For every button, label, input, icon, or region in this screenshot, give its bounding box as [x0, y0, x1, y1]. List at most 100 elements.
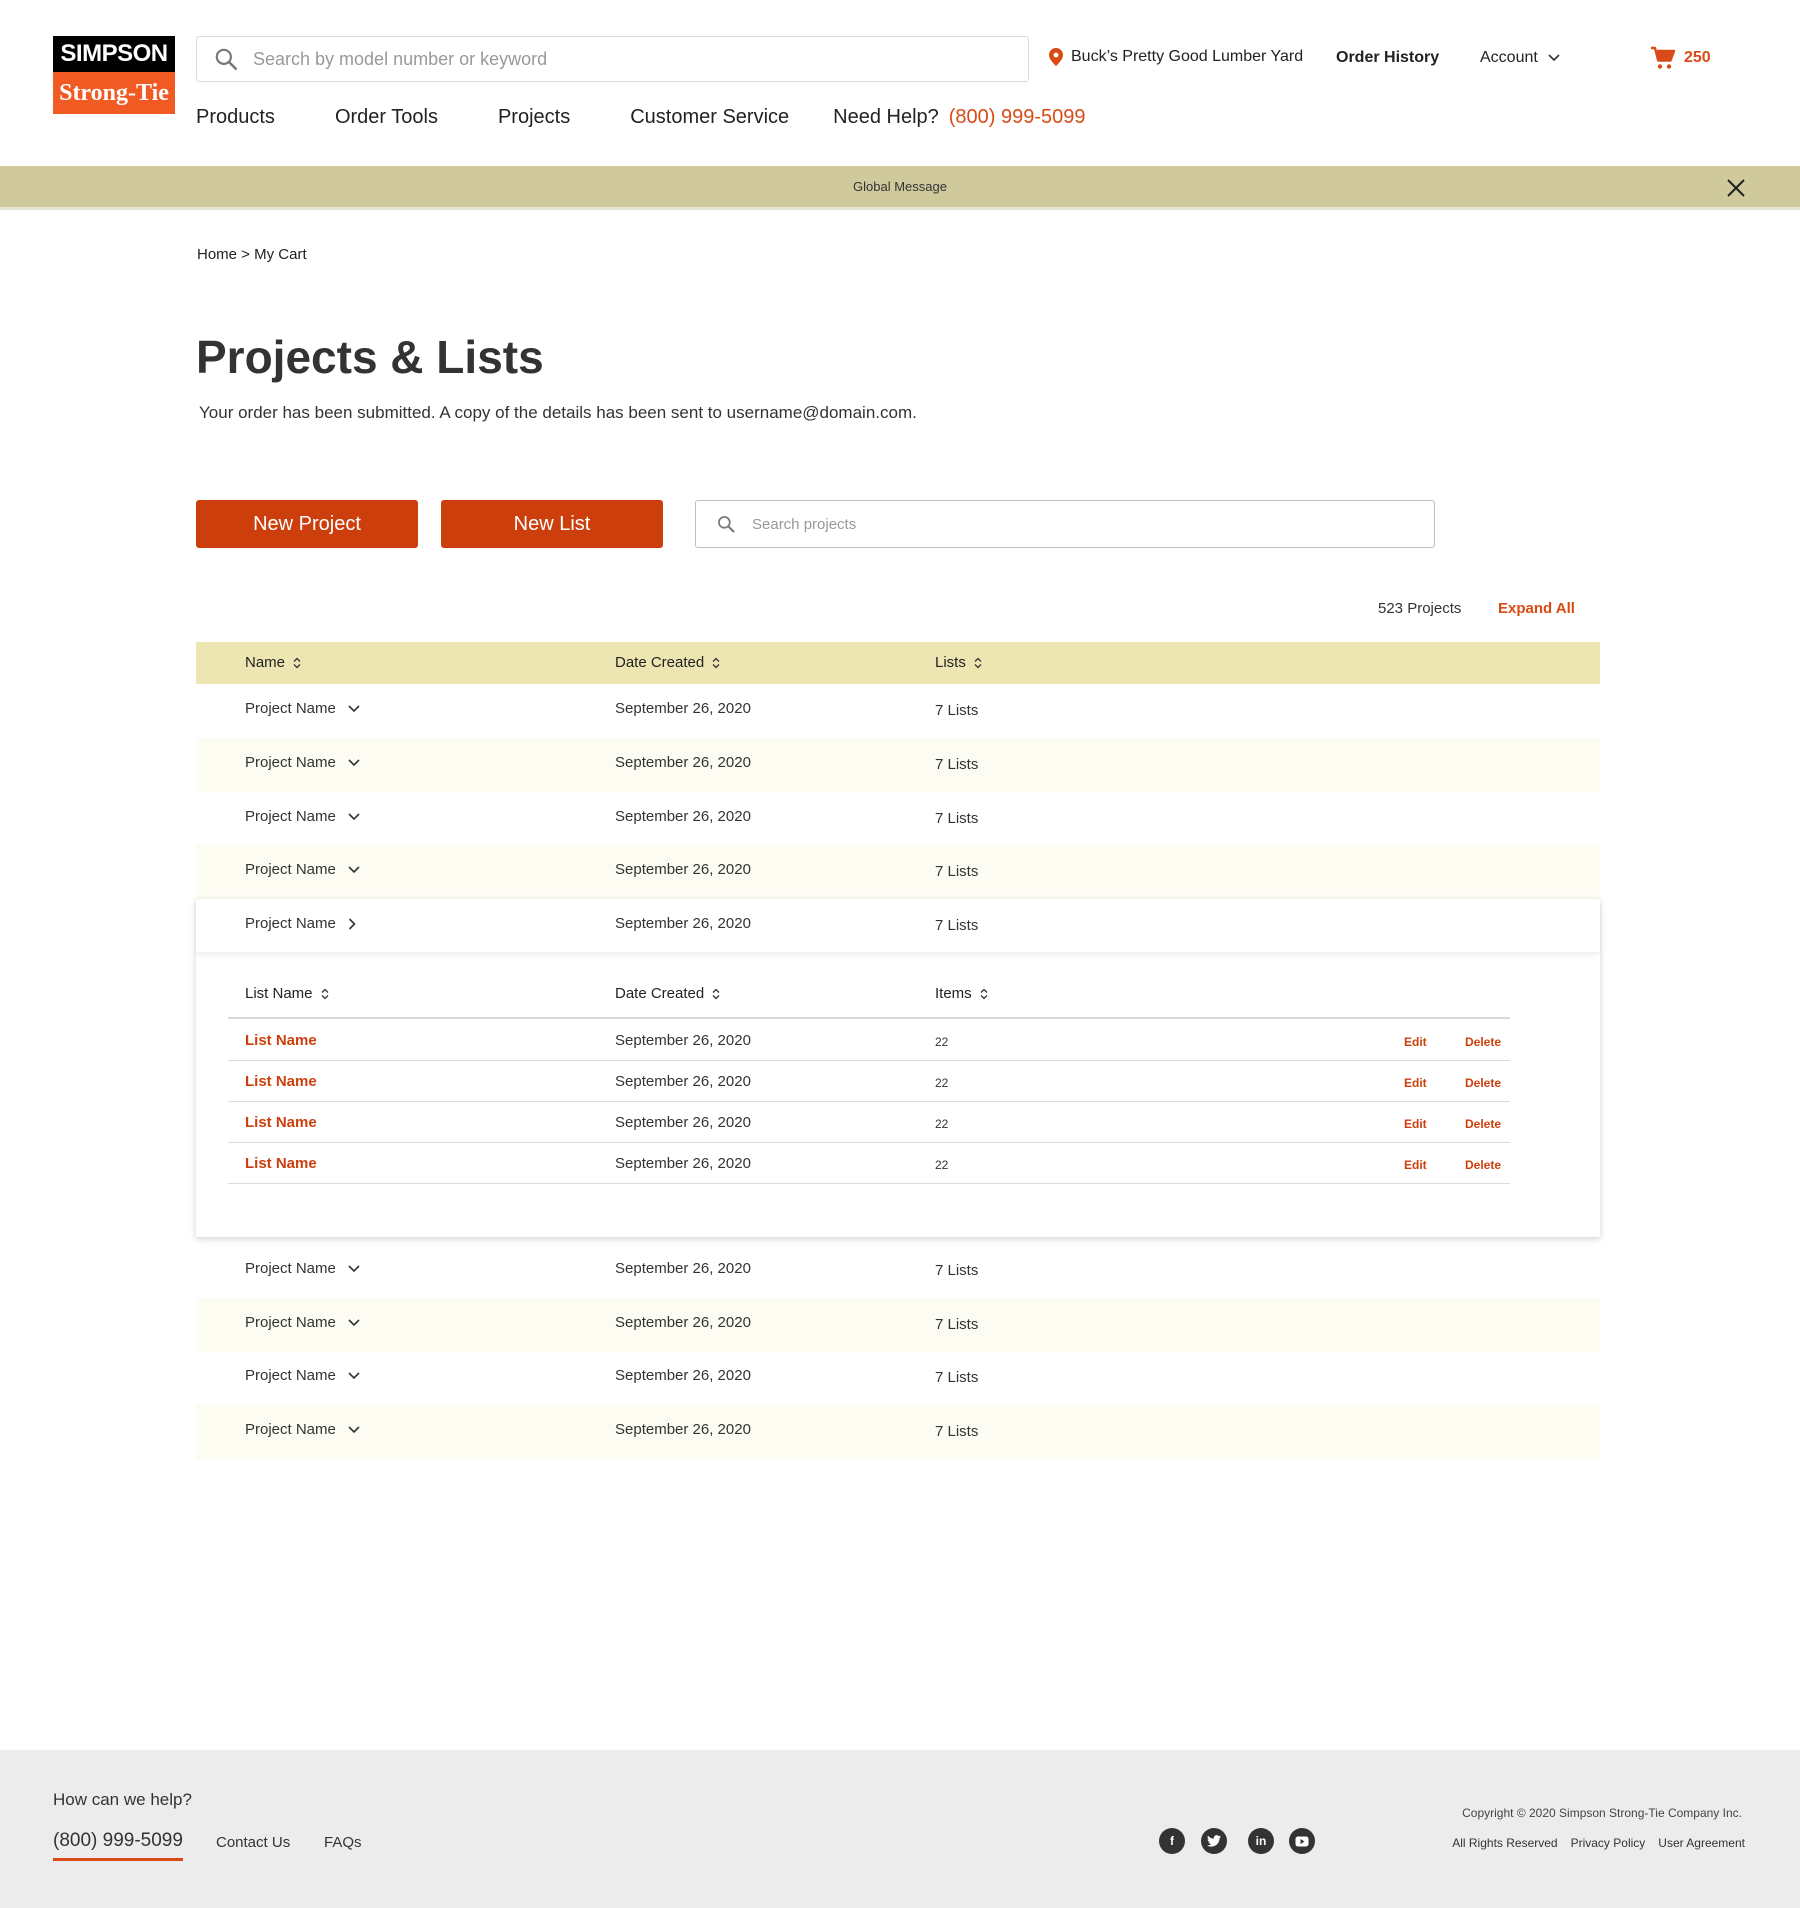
- project-name: Project Name: [245, 1260, 336, 1277]
- project-name: Project Name: [245, 808, 336, 825]
- project-name-toggle[interactable]: Project Name: [245, 1260, 360, 1277]
- list-name-link[interactable]: List Name: [245, 1032, 317, 1049]
- youtube-icon[interactable]: [1289, 1828, 1315, 1854]
- cart-button[interactable]: 250: [1650, 46, 1711, 70]
- chevron-down-icon: [348, 758, 360, 766]
- project-list-count: 7 Lists: [935, 1369, 979, 1386]
- page-title: Projects & Lists: [196, 331, 544, 383]
- project-list-count: 7 Lists: [935, 810, 979, 827]
- account-label: Account: [1480, 49, 1538, 66]
- cart-count: 250: [1684, 49, 1711, 66]
- sort-by-lists[interactable]: Lists: [935, 654, 982, 671]
- project-row: Project Name September 26, 2020 7 Lists: [196, 792, 1600, 846]
- delete-list-link[interactable]: Delete: [1465, 1076, 1501, 1090]
- project-name: Project Name: [245, 700, 336, 717]
- list-row: List Name September 26, 2020 22 Edit Del…: [228, 1061, 1510, 1102]
- chevron-down-icon: [348, 1425, 360, 1433]
- delete-list-link[interactable]: Delete: [1465, 1158, 1501, 1172]
- column-header-list-name: List Name: [245, 985, 313, 1002]
- sort-by-items[interactable]: Items: [935, 985, 988, 1002]
- privacy-policy-link[interactable]: Privacy Policy: [1571, 1836, 1646, 1850]
- nav-products[interactable]: Products: [196, 106, 275, 129]
- project-search-input[interactable]: [752, 515, 1412, 533]
- edit-list-link[interactable]: Edit: [1404, 1076, 1427, 1090]
- project-name-toggle[interactable]: Project Name: [245, 1421, 360, 1438]
- project-name-toggle[interactable]: Project Name: [245, 1367, 360, 1384]
- linkedin-icon[interactable]: in: [1248, 1828, 1274, 1854]
- project-name: Project Name: [245, 1314, 336, 1331]
- new-list-button[interactable]: New List: [441, 500, 663, 548]
- column-header-items: Items: [935, 985, 972, 1002]
- list-name-link[interactable]: List Name: [245, 1073, 317, 1090]
- projects-table-header: Name Date Created Lists: [196, 642, 1600, 684]
- simpson-strong-tie-logo[interactable]: SIMPSON Strong-Tie: [53, 36, 175, 114]
- list-date: September 26, 2020: [615, 1114, 751, 1131]
- sort-by-name[interactable]: Name: [245, 654, 301, 671]
- help-phone-link[interactable]: (800) 999-5099: [949, 106, 1086, 129]
- sort-icon: [980, 988, 988, 999]
- project-name-toggle[interactable]: Project Name: [245, 915, 356, 932]
- column-header-list-date: Date Created: [615, 985, 705, 1002]
- project-list-count: 7 Lists: [935, 917, 979, 934]
- twitter-icon[interactable]: [1201, 1828, 1227, 1854]
- delete-list-link[interactable]: Delete: [1465, 1035, 1501, 1049]
- breadcrumb[interactable]: Home > My Cart: [197, 246, 307, 263]
- list-item-count: 22: [935, 1158, 949, 1172]
- store-selector[interactable]: Buck’s Pretty Good Lumber Yard: [1049, 48, 1303, 66]
- sort-by-date[interactable]: Date Created: [615, 654, 720, 671]
- chevron-down-icon: [348, 1264, 360, 1272]
- facebook-icon[interactable]: f: [1159, 1828, 1185, 1854]
- chevron-down-icon: [348, 1371, 360, 1379]
- project-date: September 26, 2020: [615, 1421, 751, 1438]
- nav-customer-service[interactable]: Customer Service: [630, 106, 789, 129]
- cart-icon: [1651, 46, 1676, 69]
- nav-projects[interactable]: Projects: [498, 106, 570, 129]
- list-row: List Name September 26, 2020 22 Edit Del…: [228, 1020, 1510, 1061]
- project-name: Project Name: [245, 915, 336, 932]
- expand-all-link[interactable]: Expand All: [1498, 600, 1575, 617]
- project-name-toggle[interactable]: Project Name: [245, 861, 360, 878]
- list-row: List Name September 26, 2020 22 Edit Del…: [228, 1143, 1510, 1184]
- delete-list-link[interactable]: Delete: [1465, 1117, 1501, 1131]
- main-navigation: Products Order Tools Projects Customer S…: [196, 106, 1086, 129]
- project-date: September 26, 2020: [615, 754, 751, 771]
- project-row: Project Name September 26, 2020 7 Lists: [196, 738, 1600, 792]
- user-agreement-link[interactable]: User Agreement: [1658, 1836, 1745, 1850]
- site-footer: How can we help? (800) 999-5099 Contact …: [0, 1750, 1800, 1908]
- edit-list-link[interactable]: Edit: [1404, 1035, 1427, 1049]
- order-history-link[interactable]: Order History: [1336, 49, 1439, 67]
- logo-top-text: SIMPSON: [53, 36, 175, 72]
- nav-order-tools[interactable]: Order Tools: [335, 106, 438, 129]
- project-name-toggle[interactable]: Project Name: [245, 1314, 360, 1331]
- site-header: SIMPSON Strong-Tie Buck’s Pretty Good Lu…: [0, 0, 1800, 166]
- new-project-button[interactable]: New Project: [196, 500, 418, 548]
- contact-us-link[interactable]: Contact Us: [216, 1834, 290, 1851]
- edit-list-link[interactable]: Edit: [1404, 1117, 1427, 1131]
- edit-list-link[interactable]: Edit: [1404, 1158, 1427, 1172]
- project-list-count: 7 Lists: [935, 702, 979, 719]
- close-icon[interactable]: [1726, 178, 1746, 198]
- project-name-toggle[interactable]: Project Name: [245, 754, 360, 771]
- sort-icon: [974, 657, 982, 668]
- project-date: September 26, 2020: [615, 808, 751, 825]
- account-menu[interactable]: Account: [1480, 49, 1560, 67]
- footer-phone-link[interactable]: (800) 999-5099: [53, 1830, 183, 1861]
- expanded-project-panel: Project Name September 26, 2020 7 Lists …: [196, 899, 1600, 1237]
- chevron-down-icon: [348, 865, 360, 873]
- list-name-link[interactable]: List Name: [245, 1155, 317, 1172]
- project-date: September 26, 2020: [615, 1260, 751, 1277]
- project-name-toggle[interactable]: Project Name: [245, 808, 360, 825]
- sort-icon: [293, 657, 301, 668]
- project-row-content: Project Name September 26, 2020 7 Lists: [196, 899, 1600, 953]
- sort-by-list-date[interactable]: Date Created: [615, 985, 720, 1002]
- project-row: Project Name September 26, 2020 7 Lists: [196, 899, 1600, 953]
- faqs-link[interactable]: FAQs: [324, 1834, 362, 1851]
- project-name-toggle[interactable]: Project Name: [245, 700, 360, 717]
- project-list-count: 7 Lists: [935, 1423, 979, 1440]
- list-date: September 26, 2020: [615, 1073, 751, 1090]
- chevron-down-icon: [348, 1318, 360, 1326]
- list-name-link[interactable]: List Name: [245, 1114, 317, 1131]
- list-date: September 26, 2020: [615, 1032, 751, 1049]
- global-search-input[interactable]: [253, 48, 1013, 70]
- sort-by-list-name[interactable]: List Name: [245, 985, 329, 1002]
